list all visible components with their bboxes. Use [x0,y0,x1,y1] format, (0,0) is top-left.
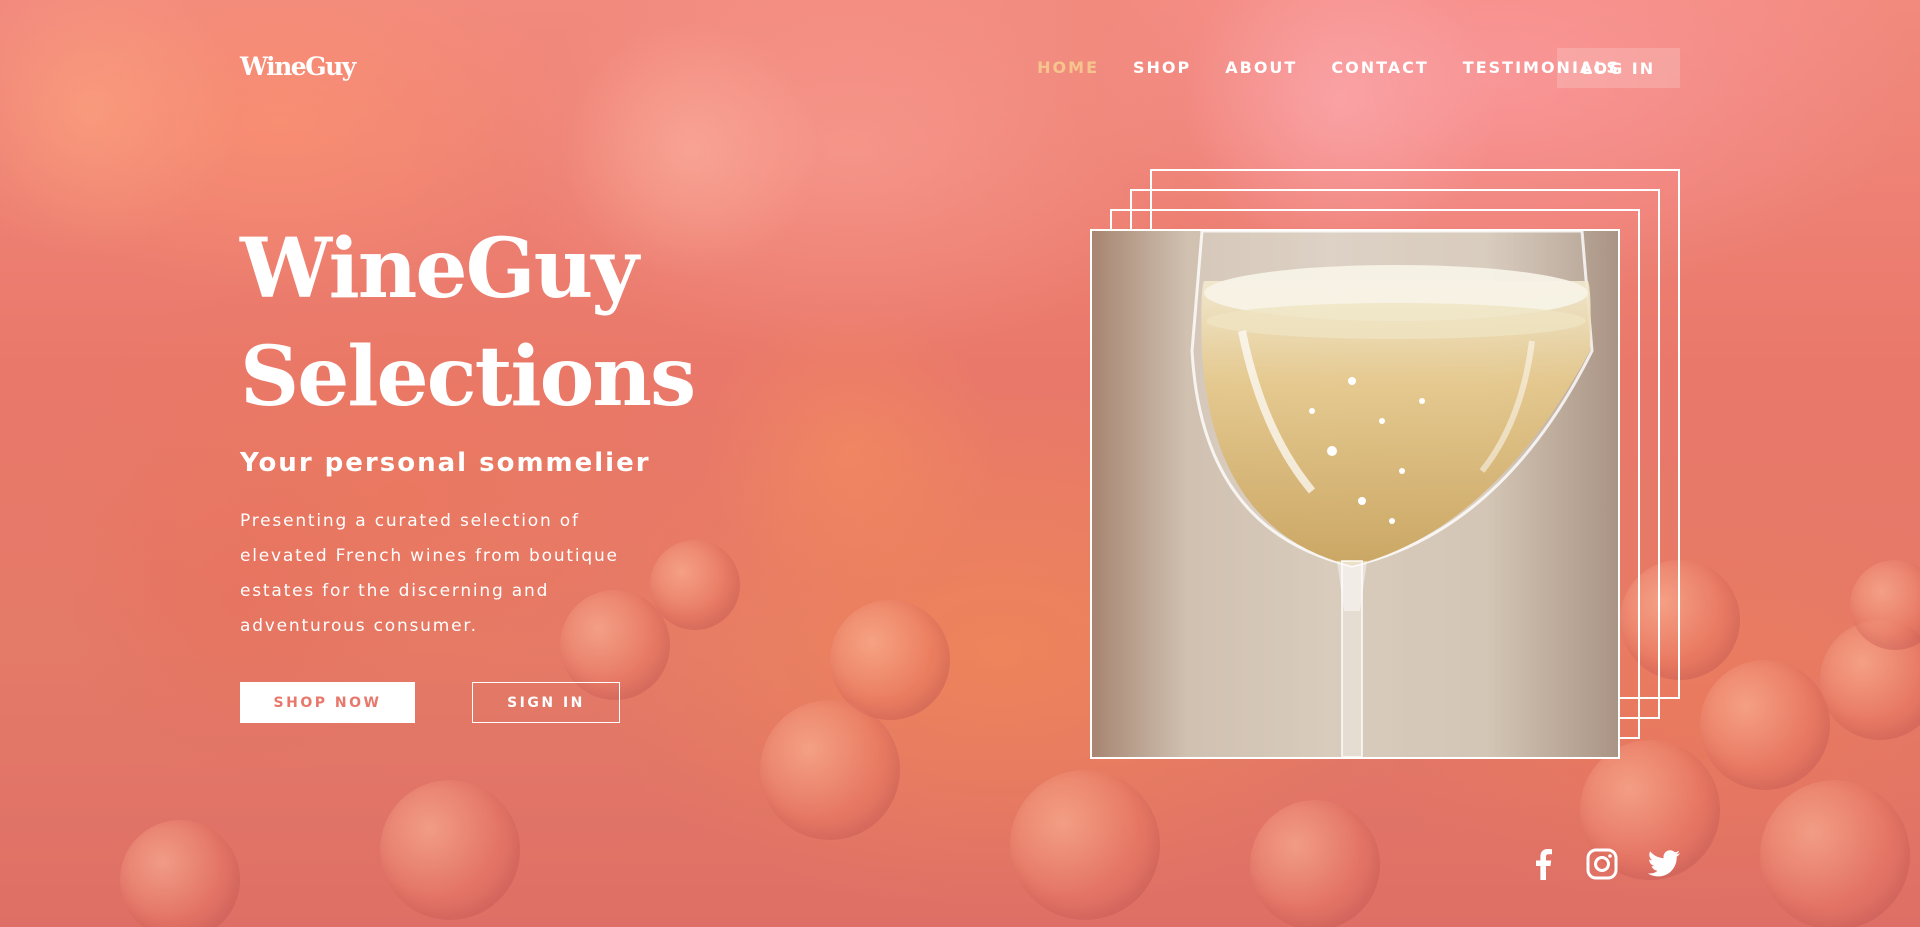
wine-glass-photo [1090,229,1620,759]
wine-glass-illustration [1092,231,1618,757]
sign-in-button[interactable]: SIGN IN [472,682,620,723]
main-nav: HOME SHOP ABOUT CONTACT TESTIMONIALS [1003,58,1620,77]
nav-about[interactable]: ABOUT [1225,58,1297,77]
hero-title-line-1: WineGuy [240,221,639,317]
nav-contact[interactable]: CONTACT [1331,58,1428,77]
login-button[interactable]: LOG IN [1557,48,1680,88]
facebook-icon[interactable] [1528,848,1558,880]
hero-subtitle: Your personal sommelier [240,448,651,478]
hero-description: Presenting a curated selection of elevat… [240,511,619,636]
site-logo[interactable]: WineGuy [240,52,356,81]
instagram-icon[interactable] [1586,848,1618,880]
nav-home[interactable]: HOME [1037,58,1099,77]
hero-title-line-2: Selections [240,329,696,425]
nav-shop[interactable]: SHOP [1133,58,1191,77]
twitter-icon[interactable] [1648,848,1680,880]
shop-now-button[interactable]: SHOP NOW [240,682,415,723]
hero-title: WineGuy Selections [240,215,696,431]
